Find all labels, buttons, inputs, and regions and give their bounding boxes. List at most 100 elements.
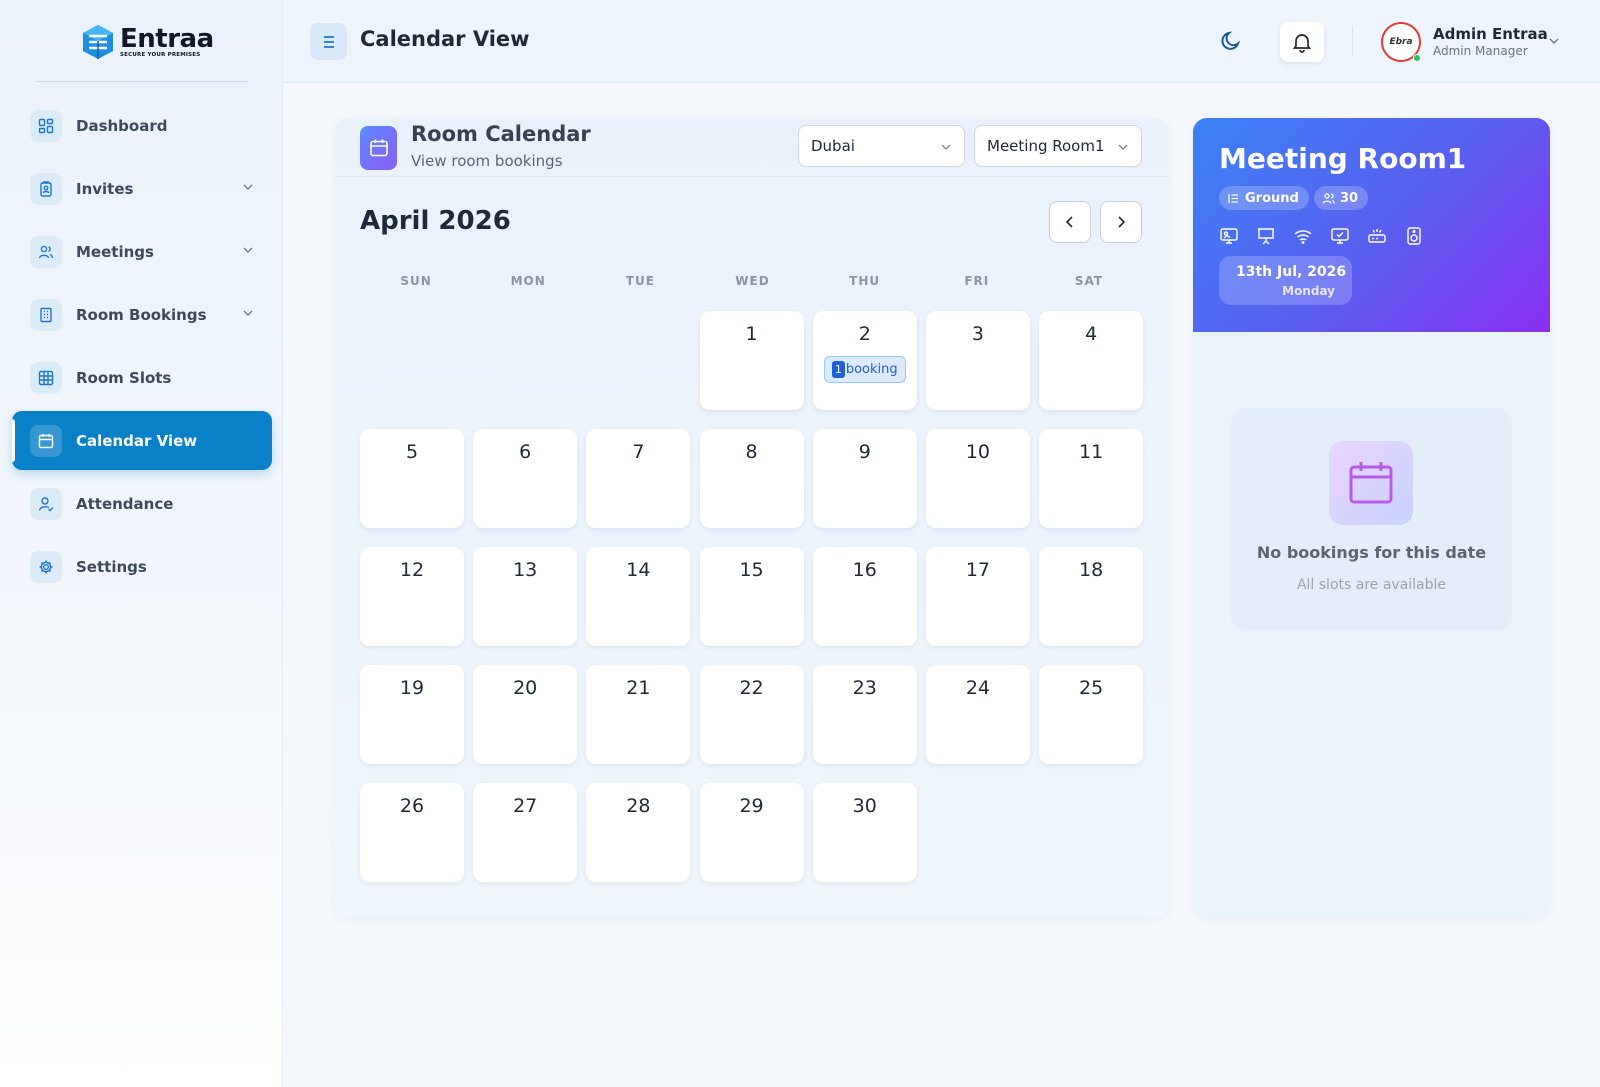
sidebar-item-room-slots[interactable]: Room Slots <box>12 348 272 407</box>
day-number: 7 <box>632 441 645 463</box>
calendar-day-cell[interactable]: 12 <box>360 547 464 646</box>
weekday-header-row: SUN MON TUE WED THU FRI SAT <box>360 274 1145 288</box>
calendar-day-cell[interactable]: 13 <box>473 547 578 646</box>
weekday-label: SUN <box>400 274 432 288</box>
day-number: 11 <box>1079 441 1104 463</box>
calendar-day-cell[interactable]: 8 <box>699 429 804 528</box>
calendar-day-cell[interactable]: 29 <box>699 783 804 882</box>
calendar-day-cell[interactable]: 11 <box>1039 429 1144 528</box>
user-name[interactable]: Admin Entraa <box>1433 25 1548 43</box>
month-title: April 2026 <box>360 206 511 236</box>
weekday-label: MON <box>510 274 546 288</box>
room-summary-card: Meeting Room1 Ground 30 13th Jul, 2026 M… <box>1193 118 1550 332</box>
calendar-day-cell[interactable]: 15 <box>699 547 804 646</box>
bell-icon <box>1292 34 1312 53</box>
tv-icon <box>1220 228 1238 244</box>
day-number: 9 <box>858 441 871 463</box>
badge-icon <box>30 172 62 205</box>
calendar-day-cell[interactable]: 3 <box>925 311 1030 410</box>
calendar-day-cell[interactable]: 4 <box>1039 311 1144 410</box>
dashboard-icon <box>30 109 62 142</box>
calendar-day-cell[interactable]: 28 <box>586 783 691 882</box>
empty-state-title: No bookings for this date <box>1256 543 1487 562</box>
calendar-day-cell[interactable]: 1 <box>699 311 804 410</box>
calendar-day-cell[interactable]: 5 <box>360 429 464 528</box>
sidebar-item-label: Settings <box>76 557 147 576</box>
calendar-header: Room Calendar View room bookings Dubai M… <box>334 118 1169 177</box>
room-calendar-panel: Room Calendar View room bookings Dubai M… <box>334 118 1169 918</box>
calendar-day-cell[interactable]: 20 <box>473 665 578 764</box>
day-number: 5 <box>405 441 419 463</box>
day-number: 28 <box>626 795 651 817</box>
hamburger-icon <box>323 35 334 48</box>
day-number: 21 <box>626 677 651 699</box>
sidebar-divider <box>35 81 248 82</box>
booking-badge[interactable]: 1 booking <box>823 356 906 383</box>
location-select[interactable]: Dubai <box>798 125 965 167</box>
booking-count: 1 <box>831 361 845 378</box>
day-number: 14 <box>626 559 651 581</box>
calendar-day-cell[interactable]: 22 <box>699 665 804 764</box>
chevron-down-icon[interactable] <box>242 307 254 319</box>
moon-icon[interactable] <box>1218 28 1244 54</box>
calendar-day-cell[interactable]: 16 <box>812 547 917 646</box>
chevron-down-icon[interactable] <box>1548 35 1560 47</box>
calendar-grid: 1 2 1 booking 3 4 5 6 7 8 9 10 11 12 13 14 15 16 17 18 19 20 2… <box>360 311 1145 882</box>
calendar-day-cell[interactable]: 25 <box>1039 665 1144 764</box>
speaker-icon <box>1407 227 1421 245</box>
calendar-day-cell[interactable]: 19 <box>360 665 464 764</box>
sidebar-item-attendance[interactable]: Attendance <box>12 474 272 533</box>
sidebar-item-settings[interactable]: Settings <box>12 537 272 596</box>
chevron-down-icon[interactable] <box>242 181 254 193</box>
calendar-day-cell[interactable]: 17 <box>925 547 1030 646</box>
menu-toggle-button[interactable] <box>310 23 347 60</box>
chevron-down-icon[interactable] <box>242 244 254 256</box>
sidebar-item-invites[interactable]: Invites <box>12 159 272 218</box>
notifications-button[interactable] <box>1280 22 1324 62</box>
day-number: 30 <box>852 795 877 817</box>
weekday-label: SAT <box>1074 274 1104 288</box>
calendar-day-cell[interactable]: 6 <box>473 429 578 528</box>
brand-name: Entraa <box>120 23 214 54</box>
day-number: 19 <box>399 677 425 699</box>
room-select[interactable]: Meeting Room1 <box>974 125 1142 167</box>
weekday-label: WED <box>735 274 770 288</box>
user-check-icon <box>30 487 62 520</box>
day-number: 24 <box>965 677 991 699</box>
calendar-icon <box>360 126 397 170</box>
calendar-day-cell[interactable]: 10 <box>925 429 1030 528</box>
sidebar-item-room-bookings[interactable]: Room Bookings <box>12 285 272 344</box>
day-number: 20 <box>513 677 538 699</box>
room-name: Meeting Room1 <box>1219 142 1467 175</box>
calendar-day-cell[interactable]: 27 <box>473 783 578 882</box>
brand-logo[interactable]: Entraa SECURE YOUR PREMISES <box>80 22 214 62</box>
weekday-label: FRI <box>964 274 990 288</box>
calendar-icon <box>30 424 62 457</box>
calendar-day-cell[interactable]: 24 <box>925 665 1030 764</box>
day-number: 25 <box>1079 677 1104 699</box>
calendar-day-cell[interactable]: 26 <box>360 783 464 882</box>
calendar-day-cell[interactable]: 2 1 booking <box>812 311 917 410</box>
sidebar-item-label: Invites <box>76 179 134 198</box>
chevron-left-icon <box>1065 216 1073 228</box>
logo-cube-icon <box>83 25 113 59</box>
calendar-day-cell[interactable]: 9 <box>812 429 917 528</box>
day-number: 26 <box>399 795 425 817</box>
sidebar-item-meetings[interactable]: Meetings <box>12 222 272 281</box>
calendar-day-cell[interactable]: 14 <box>586 547 691 646</box>
day-number: 4 <box>1085 323 1098 345</box>
calendar-day-cell[interactable]: 7 <box>586 429 691 528</box>
chevron-down-icon <box>941 144 951 150</box>
sidebar-item-dashboard[interactable]: Dashboard <box>12 96 272 155</box>
grid-icon <box>30 361 62 394</box>
previous-month-button[interactable] <box>1049 201 1091 243</box>
calendar-day-cell[interactable]: 23 <box>812 665 917 764</box>
calendar-day-cell[interactable]: 21 <box>586 665 691 764</box>
sidebar-item-calendar-view[interactable]: Calendar View <box>12 411 272 470</box>
weekday-label: THU <box>849 274 881 288</box>
selected-date: 13th Jul, 2026 <box>1236 264 1347 280</box>
calendar-day-cell[interactable]: 30 <box>812 783 917 882</box>
next-month-button[interactable] <box>1100 201 1142 243</box>
gear-icon <box>30 550 62 583</box>
calendar-day-cell[interactable]: 18 <box>1039 547 1144 646</box>
